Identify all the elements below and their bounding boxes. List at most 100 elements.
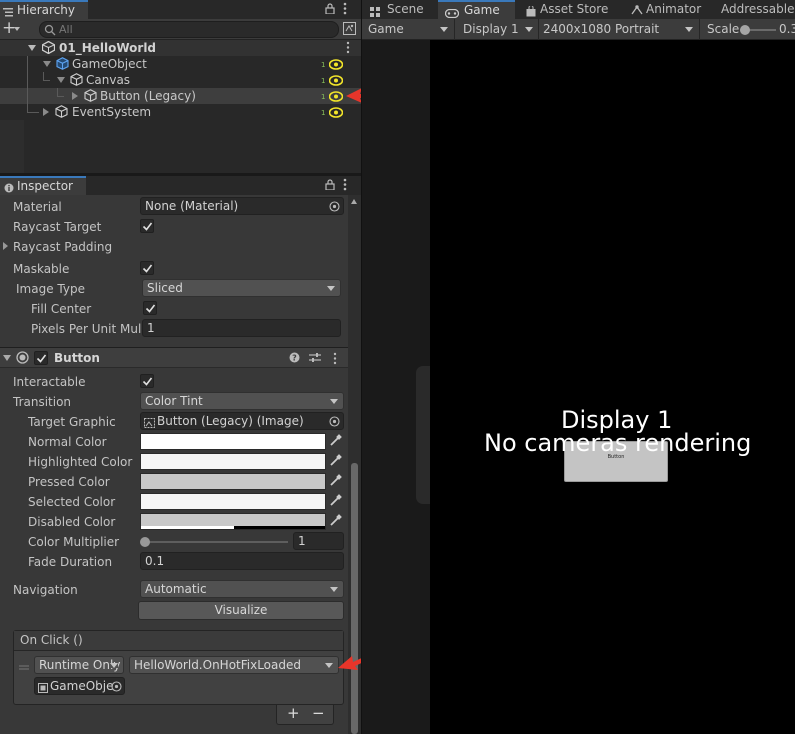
target-object-field[interactable]: GameObje	[34, 677, 125, 695]
display-dropdown[interactable]: Display 1	[459, 21, 537, 38]
resolution-dropdown[interactable]: 2400x1080 Portrait	[539, 21, 697, 38]
alpha-bar	[234, 526, 325, 529]
slider-handle[interactable]	[140, 537, 150, 547]
color-multiplier-input[interactable]: 1	[293, 532, 344, 550]
tab-scene[interactable]: Scene	[366, 0, 434, 19]
help-icon[interactable]: ?	[289, 352, 300, 366]
visualize-button[interactable]: Visualize	[138, 601, 344, 620]
game-mode-value: Game	[368, 22, 404, 36]
scale-slider[interactable]	[740, 25, 776, 35]
transition-label: Transition	[13, 395, 72, 409]
visibility-marker: 1	[321, 93, 326, 101]
function-dropdown[interactable]: HelloWorld.OnHotFixLoaded	[129, 656, 339, 674]
target-graphic-value: Button (Legacy) (Image)	[157, 414, 304, 428]
lock-icon[interactable]	[325, 3, 335, 17]
tab-addressables-label: Addressables	[721, 2, 795, 16]
hierarchy-panel: Hierarchy + All 01_HelloWorld GameObject…	[0, 0, 361, 173]
image-type-dropdown[interactable]: Sliced	[142, 279, 341, 297]
scroll-up-icon[interactable]	[351, 199, 357, 204]
button-component-header[interactable]: Button ?	[0, 347, 348, 368]
game-mode-dropdown[interactable]: Game	[364, 21, 452, 38]
hierarchy-item-button-legacy[interactable]: Button (Legacy) 1	[0, 88, 361, 104]
normal-color-swatch[interactable]	[140, 433, 326, 450]
expand-arrow-icon[interactable]	[57, 77, 65, 83]
slider-handle[interactable]	[740, 25, 750, 35]
eye-icon[interactable]	[328, 106, 344, 122]
collapse-arrow-icon[interactable]	[43, 108, 49, 116]
tab-animator[interactable]: Animator	[628, 0, 713, 19]
foldout-arrow-icon[interactable]	[3, 242, 8, 250]
expand-arrow-icon[interactable]	[43, 61, 51, 67]
navigation-dropdown[interactable]: Automatic	[140, 580, 344, 598]
scrollbar-thumb[interactable]	[351, 463, 358, 734]
raycast-target-checkbox[interactable]	[140, 219, 154, 233]
hierarchy-item-gameobject[interactable]: GameObject 1	[0, 56, 361, 72]
eyedropper-icon[interactable]	[329, 474, 345, 490]
tree-line	[27, 56, 28, 72]
scale-label: Scale	[707, 22, 740, 36]
tab-asset-store-label: Asset Store	[540, 2, 609, 16]
hierarchy-scene-row[interactable]: 01_HelloWorld	[0, 40, 361, 56]
transition-value: Color Tint	[145, 394, 203, 408]
toolbar-divider	[699, 19, 700, 40]
drag-handle-icon[interactable]	[19, 660, 29, 674]
expand-arrow-icon[interactable]	[3, 355, 11, 361]
fill-center-checkbox[interactable]	[143, 301, 157, 315]
more-options-icon[interactable]	[343, 178, 347, 194]
maskable-checkbox[interactable]	[140, 261, 154, 275]
eyedropper-icon[interactable]	[329, 494, 345, 510]
image-type-label: Image Type	[16, 282, 85, 296]
add-dropdown-caret-icon[interactable]	[14, 27, 20, 31]
object-picker-icon[interactable]	[329, 415, 340, 429]
panel-divider	[0, 173, 361, 176]
tab-hierarchy[interactable]: Hierarchy	[0, 0, 88, 19]
fade-duration-input[interactable]: 0.1	[140, 552, 344, 570]
more-options-icon[interactable]	[343, 2, 347, 18]
material-field[interactable]: None (Material)	[140, 197, 344, 215]
presets-icon[interactable]	[309, 352, 321, 366]
button-component-icon	[16, 351, 29, 367]
eyedropper-icon[interactable]	[329, 514, 345, 530]
button-enabled-checkbox[interactable]	[34, 351, 48, 365]
target-graphic-field[interactable]: Button (Legacy) (Image)	[140, 412, 344, 430]
hierarchy-item-canvas[interactable]: Canvas 1	[0, 72, 361, 88]
tab-game[interactable]: Game	[438, 0, 515, 19]
color-multiplier-slider[interactable]	[140, 537, 288, 547]
onclick-header: On Click ()	[14, 631, 343, 651]
object-picker-icon[interactable]	[111, 680, 122, 694]
lock-icon[interactable]	[325, 179, 335, 193]
component-menu-icon[interactable]	[333, 352, 337, 368]
runtime-mode-dropdown[interactable]: Runtime Only	[34, 656, 124, 674]
eyedropper-icon[interactable]	[329, 454, 345, 470]
ppu-input[interactable]: 1	[142, 319, 341, 337]
object-picker-icon[interactable]	[329, 200, 340, 214]
highlighted-color-swatch[interactable]	[140, 453, 326, 470]
maskable-label: Maskable	[13, 262, 70, 276]
interactable-checkbox[interactable]	[140, 374, 154, 388]
color-multiplier-value: 1	[298, 534, 306, 548]
pressed-color-swatch[interactable]	[140, 473, 326, 490]
eyedropper-icon[interactable]	[329, 434, 345, 450]
tab-inspector[interactable]: Inspector	[0, 176, 86, 195]
search-placeholder: All	[59, 23, 73, 36]
scene-visibility-icon[interactable]	[343, 22, 356, 38]
scene-name: 01_HelloWorld	[59, 41, 157, 55]
expand-arrow-icon[interactable]	[28, 45, 36, 51]
hierarchy-item-eventsystem[interactable]: EventSystem 1	[0, 104, 361, 120]
function-value: HelloWorld.OnHotFixLoaded	[134, 658, 301, 672]
image-component-icon	[144, 416, 155, 429]
transition-dropdown[interactable]: Color Tint	[140, 392, 344, 410]
disabled-color-swatch[interactable]	[140, 513, 326, 530]
collapse-arrow-icon[interactable]	[72, 92, 78, 100]
tab-hierarchy-label: Hierarchy	[17, 3, 76, 17]
raycast-padding-label[interactable]: Raycast Padding	[13, 240, 112, 254]
remove-event-button[interactable]: −	[312, 704, 325, 722]
hierarchy-item-label: Canvas	[86, 73, 131, 87]
chevron-down-icon	[327, 286, 335, 291]
add-event-button[interactable]: +	[287, 704, 300, 722]
onclick-event-box: On Click () Runtime Only HelloWorld.OnHo…	[13, 630, 344, 705]
tab-addressables[interactable]: Addressables	[717, 0, 795, 19]
hierarchy-search-input[interactable]: All	[39, 21, 339, 38]
tab-asset-store[interactable]: Asset Store	[521, 0, 617, 19]
selected-color-swatch[interactable]	[140, 493, 326, 510]
